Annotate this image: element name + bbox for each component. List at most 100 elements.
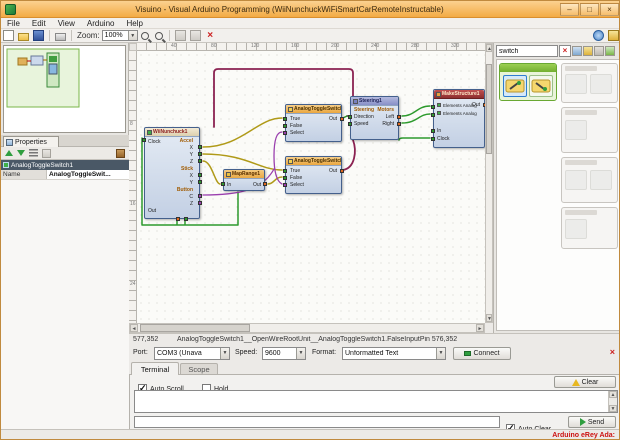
pin-false[interactable] <box>283 124 287 128</box>
scroll-up-icon[interactable]: ▲ <box>486 44 492 52</box>
pin-accel-x[interactable] <box>198 145 202 149</box>
port-combo[interactable]: COM3 (Unava ▼ <box>154 347 230 360</box>
grid-toggle-icon[interactable] <box>190 30 201 41</box>
output-scrollbar[interactable]: ▲ ▼ <box>608 391 617 412</box>
zoom-combo[interactable]: 100% ▼ <box>102 30 138 41</box>
pin-select[interactable] <box>283 183 287 187</box>
block-maprange1[interactable]: MapRange1 In Out <box>223 169 265 191</box>
zoom-out-icon[interactable] <box>141 32 149 40</box>
fit-view-icon[interactable] <box>175 30 186 41</box>
wire-green-to-clock[interactable] <box>399 138 430 140</box>
wire-maroon-short[interactable] <box>343 140 355 170</box>
toolbox-categories-icon[interactable] <box>605 46 615 56</box>
pin-maprange-out[interactable] <box>263 182 267 186</box>
collapse-all-icon[interactable] <box>17 150 25 156</box>
pin-maprange-in[interactable] <box>221 182 225 186</box>
block-wiinunchuck1[interactable]: WiiNunchuck1 Clock Accel X Y Z Stick X Y… <box>144 127 200 219</box>
scroll-down-icon[interactable]: ▼ <box>609 405 617 412</box>
format-combo[interactable]: Unformatted Text ▼ <box>342 347 446 360</box>
design-canvas[interactable]: WiiNunchuck1 Clock Accel X Y Z Stick X Y… <box>137 51 485 323</box>
property-row-name[interactable]: Name AnalogToggleSwit... <box>1 170 129 180</box>
scroll-left-icon[interactable]: ◄ <box>130 324 138 332</box>
toolbox-filter-icon[interactable] <box>583 46 593 56</box>
pin-speed[interactable] <box>348 122 352 126</box>
maximize-button[interactable]: □ <box>580 3 599 16</box>
h-scroll-thumb[interactable] <box>140 324 250 332</box>
pin-button-z[interactable] <box>198 201 202 205</box>
clear-button[interactable]: Clear <box>554 376 616 388</box>
filter-properties-icon[interactable] <box>42 149 51 158</box>
menu-view[interactable]: View <box>52 19 81 28</box>
pin-direction[interactable] <box>348 115 352 119</box>
overview-minimap[interactable] <box>3 45 126 133</box>
pin-stick-x[interactable] <box>198 173 202 177</box>
v-scroll-thumb[interactable] <box>486 64 492 154</box>
pin-false[interactable] <box>283 176 287 180</box>
terminal-send-input[interactable] <box>134 416 500 428</box>
help-icon[interactable] <box>608 30 619 41</box>
scroll-right-icon[interactable]: ► <box>476 324 484 332</box>
pin-motor-left[interactable] <box>397 115 401 119</box>
terminal-output[interactable]: ▲ ▼ <box>134 390 618 413</box>
menu-file[interactable]: File <box>1 19 26 28</box>
reference-book-icon[interactable] <box>116 149 125 158</box>
close-button[interactable]: × <box>600 3 619 16</box>
property-value-cell[interactable]: AnalogToggleSwit... <box>47 170 129 179</box>
wire-purple-select-loop[interactable] <box>274 132 282 184</box>
pin-accel-z[interactable] <box>198 159 202 163</box>
tab-properties[interactable]: Properties <box>3 136 59 147</box>
wire-olive-to-maprange[interactable] <box>203 161 220 184</box>
canvas-vertical-scrollbar[interactable]: ▲ ▼ <box>485 43 493 323</box>
block-analogtoggleswitch2[interactable]: AnalogToggleSwitch2 True False Select Ou… <box>285 156 342 194</box>
delete-icon[interactable]: × <box>205 30 216 41</box>
block-analogtoggleswitch1[interactable]: AnalogToggleSwitch1 True False Select Ou… <box>285 104 342 142</box>
info-icon[interactable] <box>593 30 604 41</box>
selected-object-header[interactable]: AnalogToggleSwitch1 <box>1 160 129 170</box>
canvas-horizontal-scrollbar[interactable]: ◄ ► <box>129 323 485 333</box>
menu-arduino[interactable]: Arduino <box>81 19 121 28</box>
component-analog-toggle-switch[interactable] <box>503 75 527 97</box>
block-makestructure1[interactable]: MakeStructure1 Elements Analog Elements … <box>433 89 485 148</box>
pin-toggle1-out[interactable] <box>340 117 344 121</box>
tab-scope[interactable]: Scope <box>180 363 218 375</box>
toolbox-sort-icon[interactable] <box>594 46 604 56</box>
pin-select[interactable] <box>283 131 287 135</box>
open-file-icon[interactable] <box>18 33 29 41</box>
pin-clock[interactable] <box>142 138 146 142</box>
component-toggle-switch[interactable] <box>529 75 553 97</box>
minimize-button[interactable]: – <box>560 3 579 16</box>
pin-element2[interactable] <box>431 113 435 117</box>
print-icon[interactable] <box>55 33 66 41</box>
connect-button[interactable]: Connect <box>453 347 511 360</box>
new-file-icon[interactable] <box>3 30 14 41</box>
send-button[interactable]: Send <box>568 416 616 428</box>
expand-all-icon[interactable] <box>5 150 13 156</box>
clear-search-icon[interactable]: × <box>559 45 571 57</box>
panel-close-icon[interactable]: × <box>610 347 615 357</box>
scroll-down-icon[interactable]: ▼ <box>486 314 492 322</box>
pin-make-in[interactable] <box>431 129 435 133</box>
block-steering1[interactable]: Steering1 Steering Direction Speed Motor… <box>350 96 399 140</box>
pin-out-2[interactable] <box>184 217 188 221</box>
pin-true[interactable] <box>283 117 287 121</box>
pin-element1[interactable] <box>431 105 435 109</box>
wire-olive-accel-to-toggle2[interactable] <box>203 154 282 170</box>
speed-combo[interactable]: 9600 ▼ <box>262 347 306 360</box>
toolbox-search-input[interactable] <box>496 45 558 57</box>
scroll-up-icon[interactable]: ▲ <box>609 391 617 398</box>
pin-out-1[interactable] <box>176 217 180 221</box>
pin-motor-right[interactable] <box>397 122 401 126</box>
tab-terminal[interactable]: Terminal <box>131 362 179 375</box>
menu-edit[interactable]: Edit <box>26 19 52 28</box>
pin-accel-y[interactable] <box>198 152 202 156</box>
toolbox-view-icon[interactable] <box>572 46 582 56</box>
menu-help[interactable]: Help <box>120 19 148 28</box>
pin-stick-y[interactable] <box>198 180 202 184</box>
pin-button-c[interactable] <box>198 194 202 198</box>
zoom-in-icon[interactable] <box>155 32 163 40</box>
save-icon[interactable] <box>33 30 44 41</box>
sort-properties-icon[interactable] <box>29 149 38 157</box>
pin-make-clock[interactable] <box>431 137 435 141</box>
pin-toggle2-out[interactable] <box>340 169 344 173</box>
pin-true[interactable] <box>283 169 287 173</box>
